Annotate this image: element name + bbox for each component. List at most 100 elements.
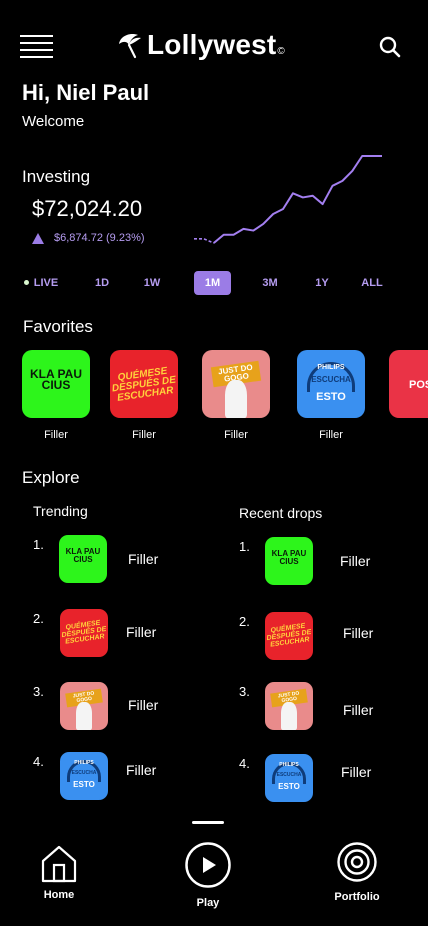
recent-drops-title: Recent drops: [239, 505, 323, 521]
investing-change: $6,874.72 (9.23%): [32, 232, 145, 244]
target-icon: [337, 842, 377, 882]
umbrella-icon: [119, 34, 141, 59]
podcast-cover-philips: PHILIPS ESCUCHA ESTO: [60, 752, 108, 800]
cover-text: QUÉMESE DESPUÉS DE ESCUCHAR: [111, 365, 177, 404]
row-label: Filler: [340, 553, 371, 569]
investing-label: Investing: [22, 167, 91, 186]
podcast-cover-post: POST: [389, 350, 428, 418]
play-icon: [185, 842, 231, 888]
favorite-item[interactable]: PHILIPS ESCUCHA ESTO Filler: [297, 350, 365, 441]
row-number: 4.: [33, 754, 44, 769]
favorite-label: Filler: [44, 429, 68, 441]
nav-home[interactable]: Home: [38, 843, 80, 901]
favorite-label: Filler: [132, 429, 156, 441]
trending-row[interactable]: 2. QUÉMESE DESPUÉS DE ESCUCHAR Filler: [33, 609, 203, 659]
favorite-item[interactable]: JUST DO GOGO Filler: [202, 350, 270, 441]
explore-title: Explore: [22, 468, 80, 487]
brand-name: Lollywest: [147, 29, 277, 60]
favorite-item[interactable]: QUÉMESE DESPUÉS DE ESCUCHAR Filler: [110, 350, 178, 441]
time-range-selector: LIVE 1D 1W 1M 3M 1Y ALL: [0, 271, 428, 295]
range-1m[interactable]: 1M: [194, 271, 231, 295]
investing-chart[interactable]: [192, 152, 384, 247]
row-number: 2.: [239, 614, 250, 629]
range-1d[interactable]: 1D: [88, 271, 116, 295]
row-number: 1.: [239, 539, 250, 554]
favorite-item[interactable]: POST: [389, 350, 428, 418]
brand-mark: ©: [277, 45, 285, 57]
up-triangle-icon: [32, 232, 44, 244]
podcast-cover-justdogo: JUST DO GOGO: [265, 682, 313, 730]
favorite-label: Filler: [319, 429, 343, 441]
row-label: Filler: [128, 697, 159, 713]
row-number: 3.: [33, 684, 44, 699]
row-label: Filler: [126, 624, 157, 640]
range-3m[interactable]: 3M: [256, 271, 284, 295]
cover-text: QUÉMESE DESPUÉS DE ESCUCHAR: [61, 619, 107, 646]
cover-text: PHILIPS: [279, 762, 299, 768]
investing-change-value: $6,874.72 (9.23%): [54, 232, 145, 244]
favorite-label: Filler: [224, 429, 248, 441]
recent-drop-row[interactable]: 3. JUST DO GOGO Filler: [239, 682, 409, 732]
row-number: 3.: [239, 684, 250, 699]
podcast-cover-justdogo: JUST DO GOGO: [202, 350, 270, 418]
cover-text: ESCUCHA: [276, 772, 302, 778]
cover-text: PHILIPS: [74, 760, 94, 766]
nav-play-label: Play: [196, 897, 220, 909]
trending-row[interactable]: 1. KLA PAU CIUS Filler: [33, 535, 203, 585]
figure-graphic: [225, 380, 247, 418]
active-tab-indicator: [192, 821, 224, 824]
menu-icon[interactable]: [20, 35, 53, 59]
greeting-subtitle: Welcome: [22, 113, 85, 130]
podcast-cover-quemese: QUÉMESE DESPUÉS DE ESCUCHAR: [110, 350, 178, 418]
cover-text: ESTO: [73, 780, 95, 789]
cover-text: ESTO: [278, 782, 300, 791]
range-1y[interactable]: 1Y: [308, 271, 336, 295]
home-icon: [41, 845, 77, 883]
brand-logo[interactable]: Lollywest ©: [116, 25, 285, 65]
podcast-cover-klaps: KLA PAU CIUS: [22, 350, 90, 418]
range-live[interactable]: LIVE: [20, 271, 62, 295]
row-number: 2.: [33, 611, 44, 626]
row-number: 1.: [33, 537, 44, 552]
figure-graphic: [281, 702, 297, 730]
podcast-cover-quemese: QUÉMESE DESPUÉS DE ESCUCHAR: [265, 612, 313, 660]
live-dot-icon: [23, 279, 29, 285]
podcast-cover-philips: PHILIPS ESCUCHA ESTO: [265, 754, 313, 802]
range-all[interactable]: ALL: [356, 271, 388, 295]
podcast-cover-quemese: QUÉMESE DESPUÉS DE ESCUCHAR: [60, 609, 108, 657]
recent-drop-row[interactable]: 1. KLA PAU CIUS Filler: [239, 537, 409, 587]
recent-drop-row[interactable]: 4. PHILIPS ESCUCHA ESTO Filler: [239, 754, 409, 804]
nav-portfolio[interactable]: Portfolio: [326, 841, 388, 903]
cover-text: PHILIPS: [317, 364, 345, 371]
favorite-item[interactable]: KLA PAU CIUS Filler: [22, 350, 90, 441]
trending-title: Trending: [33, 503, 88, 519]
podcast-cover-klaps: KLA PAU CIUS: [265, 537, 313, 585]
greeting-title: Hi, Niel Paul: [22, 80, 150, 105]
trending-row[interactable]: 4. PHILIPS ESCUCHA ESTO Filler: [33, 752, 203, 802]
row-label: Filler: [343, 702, 374, 718]
trending-row[interactable]: 3. JUST DO GOGO Filler: [33, 682, 203, 732]
chart-line: [213, 155, 382, 244]
nav-play[interactable]: Play: [184, 841, 232, 909]
row-label: Filler: [126, 762, 157, 778]
favorites-title: Favorites: [23, 317, 93, 336]
row-label: Filler: [341, 764, 372, 780]
podcast-cover-justdogo: JUST DO GOGO: [60, 682, 108, 730]
cover-text: ESTO: [316, 391, 346, 403]
cover-text: ESCUCHA: [311, 375, 351, 384]
row-number: 4.: [239, 756, 250, 771]
cover-text: ESCUCHA: [71, 770, 97, 776]
search-icon[interactable]: [378, 35, 402, 59]
cover-text: KLA PAU CIUS: [30, 367, 82, 393]
podcast-cover-klaps: KLA PAU CIUS: [59, 535, 107, 583]
recent-drop-row[interactable]: 2. QUÉMESE DESPUÉS DE ESCUCHAR Filler: [239, 612, 409, 662]
nav-portfolio-label: Portfolio: [334, 891, 380, 903]
chart-line-dashed: [194, 238, 215, 244]
row-label: Filler: [128, 551, 159, 567]
range-1w[interactable]: 1W: [138, 271, 166, 295]
cover-text: KLA PAU CIUS: [65, 547, 101, 564]
podcast-cover-philips: PHILIPS ESCUCHA ESTO: [297, 350, 365, 418]
cover-text: POST: [409, 379, 428, 391]
cover-text: QUÉMESE DESPUÉS DE ESCUCHAR: [266, 622, 312, 649]
row-label: Filler: [343, 625, 374, 641]
